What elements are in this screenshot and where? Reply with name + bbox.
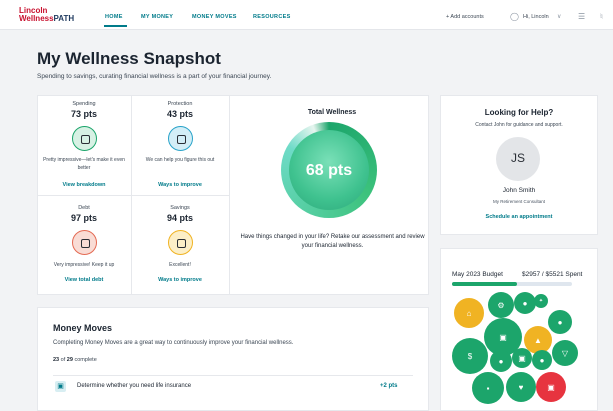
savings-metric: Savings 94 pts — [133, 205, 227, 223]
protection-description: We can help you figure this out — [145, 157, 215, 163]
drink-cup-icon[interactable]: ▽ — [552, 340, 578, 366]
home-icon[interactable]: ⌂ — [452, 296, 486, 330]
bars-icon[interactable]: ☰ — [578, 12, 585, 21]
drink-icon[interactable]: ● — [548, 310, 572, 334]
total-wellness-title: Total Wellness — [307, 109, 357, 116]
tab-money-moves[interactable]: MONEY MOVES — [192, 14, 237, 20]
budget-progress-fill — [452, 282, 517, 286]
money-moves-progress: 23 of 29 complete — [53, 357, 97, 363]
schedule-appointment-link[interactable]: Schedule an appointment — [440, 214, 598, 220]
protection-label: Protection — [167, 101, 193, 107]
view-total-debt-link[interactable]: View total debt — [37, 277, 131, 283]
ways-to-improve-savings-link[interactable]: Ways to improve — [133, 277, 227, 283]
hat-icon[interactable]: ● — [514, 292, 536, 314]
protection-points: 43 pts — [166, 109, 193, 119]
dining-icon[interactable]: ▪ — [472, 372, 504, 404]
tab-home-indicator — [104, 25, 127, 27]
budget-spent: $2957 / $5521 Spent — [522, 271, 583, 278]
spending-points: 73 pts — [70, 109, 97, 119]
greeting[interactable]: Hi, Lincoln — [523, 14, 549, 20]
spending-description: Pretty impressive—let's make it even bet… — [43, 157, 125, 171]
money-moves-subtitle: Completing Money Moves are a great way t… — [53, 340, 294, 346]
tab-home[interactable]: HOME — [105, 14, 123, 20]
total-wellness-score: 68 pts — [305, 162, 353, 179]
tab-my-money[interactable]: MY MONEY — [141, 14, 173, 20]
piggy-bank-icon — [168, 230, 193, 255]
savings-description: Excellent! — [169, 262, 191, 268]
divider — [53, 375, 413, 376]
spending-metric: Spending 73 pts — [37, 101, 131, 119]
protection-metric: Protection 43 pts — [133, 101, 227, 119]
money-moves-title: Money Moves — [53, 323, 113, 333]
user-icon[interactable]: ◯ — [510, 12, 519, 21]
help-subtitle: Contact John for guidance and support. — [475, 122, 563, 128]
page-subtitle: Spending to savings, curating financial … — [37, 73, 272, 80]
gift-icon[interactable]: ▣ — [512, 348, 532, 368]
dollar-icon[interactable]: $ — [452, 338, 488, 374]
consultant-name: John Smith — [502, 187, 536, 194]
retake-assessment-text[interactable]: Have things changed in your life? Retake… — [240, 233, 425, 251]
spending-label: Spending — [72, 101, 96, 107]
money-move-item[interactable]: Determine whether you need life insuranc… — [77, 383, 191, 389]
debt-metric: Debt 97 pts — [37, 205, 131, 223]
help-title: Looking for Help? — [484, 108, 554, 117]
scissors-icon[interactable]: ✦ — [534, 294, 548, 308]
logo-wellnesspath[interactable]: WellnessPATH — [19, 15, 74, 23]
avatar-initials: JS — [510, 151, 525, 165]
top-nav: Lincoln WellnessPATH HOME MY MONEY MONEY… — [0, 0, 613, 30]
chevron-down-icon[interactable]: ∨ — [557, 13, 561, 20]
page-title: My Wellness Snapshot — [37, 49, 221, 68]
bike-icon[interactable]: ⚙ — [488, 292, 514, 318]
tab-resources[interactable]: RESOURCES — [253, 14, 291, 20]
savings-points: 94 pts — [166, 213, 193, 223]
shield-icon — [168, 126, 193, 151]
pet-icon[interactable]: ● — [490, 350, 512, 372]
hand-icon — [72, 126, 97, 151]
budget-title: May 2023 Budget — [452, 271, 503, 278]
add-accounts-link[interactable]: + Add accounts — [446, 14, 484, 20]
cart-icon[interactable]: ▣ — [536, 372, 566, 402]
bell-icon[interactable]: ♮ — [600, 12, 603, 21]
consultant-role: My Retirement Consultant — [492, 199, 546, 204]
divider — [37, 195, 230, 196]
card-icon — [72, 230, 97, 255]
life-insurance-icon: ▣ — [55, 381, 66, 392]
view-breakdown-link[interactable]: View breakdown — [37, 182, 131, 188]
health-icon[interactable]: ♥ — [506, 372, 536, 402]
debt-label: Debt — [78, 205, 90, 211]
debt-description: Very impressive! Keep it up — [53, 262, 115, 268]
basket-icon[interactable]: ● — [532, 350, 552, 370]
debt-points: 97 pts — [70, 213, 97, 223]
ways-to-improve-protection-link[interactable]: Ways to improve — [133, 182, 227, 188]
money-move-points: +2 pts — [380, 383, 398, 389]
savings-label: Savings — [170, 205, 190, 211]
